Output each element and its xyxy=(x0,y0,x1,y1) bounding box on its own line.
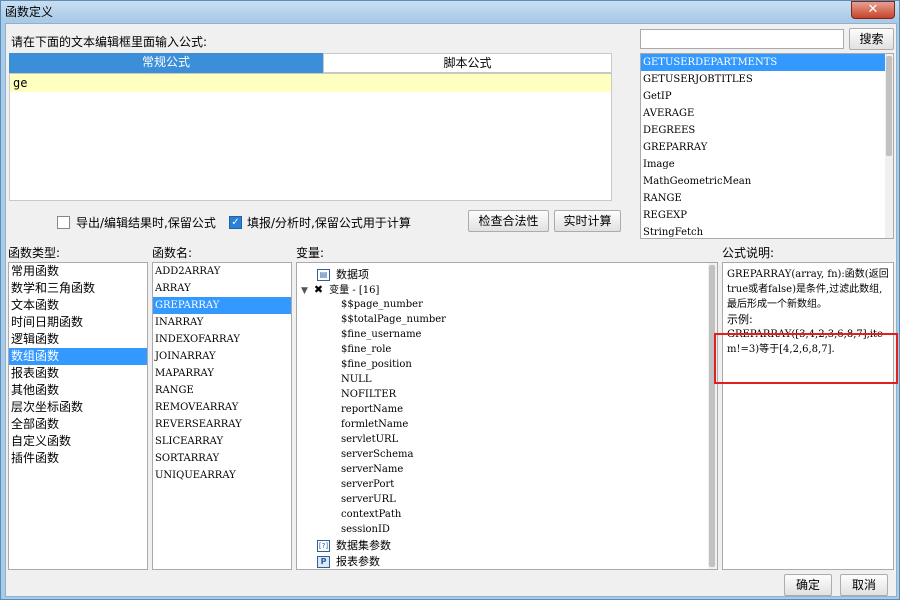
fill-keep-formula-label: 填报/分析时,保留公式用于计算 xyxy=(247,216,411,230)
variable-item[interactable]: $fine_role xyxy=(341,342,391,357)
category-list[interactable]: 常用函数 数学和三角函数 文本函数 时间日期函数 逻辑函数 数组函数 报表函数 其他函数 层次坐… xyxy=(8,262,148,570)
suggestion-item[interactable]: Image xyxy=(641,156,893,173)
collapse-arrow-icon[interactable]: ▼ xyxy=(301,286,308,296)
function-name-item[interactable]: REMOVEARRAY xyxy=(153,399,291,416)
tab-script-formula[interactable]: 脚本公式 xyxy=(323,53,612,73)
formula-tabs: 常规公式 脚本公式 xyxy=(9,53,612,73)
tree-node-dataset-params[interactable]: [?] 数据集参数 xyxy=(317,538,391,553)
category-header: 函数类型: xyxy=(8,246,61,260)
variable-item[interactable]: reportName xyxy=(341,402,403,417)
function-suggestion-list[interactable]: GETUSERDEPARTMENTS GETUSERJOBTITLES GetIP A… xyxy=(640,53,894,239)
variables-tree[interactable]: ▤ 数据项 ▼ ✖ 变量 - [16] $$page_number $$totalPag… xyxy=(296,262,718,570)
export-keep-formula-checkbox[interactable] xyxy=(57,216,70,229)
category-item[interactable]: 逻辑函数 xyxy=(9,331,147,348)
variables-scroll-thumb[interactable] xyxy=(709,265,715,567)
variable-item[interactable]: NULL xyxy=(341,372,371,387)
param-p-icon: P xyxy=(317,556,330,568)
suggestion-item[interactable]: REGEXP xyxy=(641,207,893,224)
formula-editor-line[interactable]: ge xyxy=(10,74,611,92)
variables-header: 变量: xyxy=(296,246,325,260)
suggestion-item[interactable]: GETUSERJOBTITLES xyxy=(641,71,893,88)
ok-button[interactable]: 确定 xyxy=(784,574,832,596)
search-button[interactable]: 搜索 xyxy=(849,28,894,50)
function-name-item[interactable]: MAPARRAY xyxy=(153,365,291,382)
editor-prompt: 请在下面的文本编辑框里面输入公式: xyxy=(11,35,208,49)
variable-item[interactable]: $fine_username xyxy=(341,327,421,342)
example-highlight-box xyxy=(714,333,898,384)
function-name-header: 函数名: xyxy=(152,246,193,260)
function-name-item[interactable]: INARRAY xyxy=(153,314,291,331)
suggestion-item[interactable]: StringFetch xyxy=(641,224,893,238)
category-item[interactable]: 报表函数 xyxy=(9,365,147,382)
function-definition-dialog: 函数定义 ✕ 请在下面的文本编辑框里面输入公式: 常规公式 脚本公式 ge 搜索… xyxy=(0,0,900,600)
suggestion-item[interactable]: RANGE xyxy=(641,190,893,207)
tab-regular-formula[interactable]: 常规公式 xyxy=(9,53,323,73)
variable-item[interactable]: servletURL xyxy=(341,432,398,447)
variable-item[interactable]: contextPath xyxy=(341,507,401,522)
tree-node-report-params[interactable]: P 报表参数 xyxy=(317,554,380,569)
cancel-button[interactable]: 取消 xyxy=(840,574,888,596)
category-item[interactable]: 常用函数 xyxy=(9,263,147,280)
variables-scrollbar[interactable] xyxy=(708,263,717,569)
variable-item[interactable]: $fine_position xyxy=(341,357,412,372)
variable-x-icon: ✖ xyxy=(313,283,324,296)
suggestion-scroll-thumb[interactable] xyxy=(886,56,892,156)
description-text: GREPARRAY(array, fn):函数(返回true或者false)是条… xyxy=(727,269,889,310)
tree-node-data-items[interactable]: ▤ 数据项 xyxy=(317,267,369,282)
function-name-item[interactable]: JOINARRAY xyxy=(153,348,291,365)
variable-item[interactable]: serverURL xyxy=(341,492,396,507)
formula-editor[interactable]: ge xyxy=(9,73,612,201)
window-title: 函数定义 xyxy=(5,5,54,19)
function-search-input[interactable] xyxy=(640,29,844,49)
formula-description: GREPARRAY(array, fn):函数(返回true或者false)是条… xyxy=(722,262,894,570)
category-item[interactable]: 层次坐标函数 xyxy=(9,399,147,416)
variable-item[interactable]: sessionID xyxy=(341,522,390,537)
function-name-item[interactable]: ADD2ARRAY xyxy=(153,263,291,280)
variable-item[interactable]: $$page_number xyxy=(341,297,423,312)
function-name-item[interactable]: UNIQUEARRAY xyxy=(153,467,291,484)
title-bar: 函数定义 ✕ xyxy=(1,1,899,21)
dataset-param-icon: [?] xyxy=(317,540,330,552)
function-name-item[interactable]: SLICEARRAY xyxy=(153,433,291,450)
variable-item[interactable]: serverName xyxy=(341,462,403,477)
category-item[interactable]: 全部函数 xyxy=(9,416,147,433)
variable-item[interactable]: $$totalPage_number xyxy=(341,312,446,327)
suggestion-item[interactable]: GREPARRAY xyxy=(641,139,893,156)
function-name-item[interactable]: RANGE xyxy=(153,382,291,399)
description-example-label: 示例: xyxy=(727,313,753,326)
suggestion-item[interactable]: GETUSERDEPARTMENTS xyxy=(641,54,893,71)
function-name-item[interactable]: ARRAY xyxy=(153,280,291,297)
category-item[interactable]: 文本函数 xyxy=(9,297,147,314)
category-item[interactable]: 自定义函数 xyxy=(9,433,147,450)
function-name-item[interactable]: GREPARRAY xyxy=(153,297,291,314)
category-item[interactable]: 时间日期函数 xyxy=(9,314,147,331)
category-item[interactable]: 其他函数 xyxy=(9,382,147,399)
variable-item[interactable]: serverSchema xyxy=(341,447,413,462)
tree-node-variables[interactable]: ▼ ✖ 变量 - [16] xyxy=(301,282,379,297)
description-header: 公式说明: xyxy=(722,246,775,260)
check-validity-button[interactable]: 检查合法性 xyxy=(468,210,549,232)
export-keep-formula-label: 导出/编辑结果时,保留公式 xyxy=(76,216,216,230)
dialog-body: 请在下面的文本编辑框里面输入公式: 常规公式 脚本公式 ge 搜索 GETUSE… xyxy=(5,23,898,597)
function-name-item[interactable]: SORTARRAY xyxy=(153,450,291,467)
category-item[interactable]: 插件函数 xyxy=(9,450,147,467)
table-icon: ▤ xyxy=(317,269,330,281)
suggestion-scrollbar[interactable] xyxy=(885,54,893,238)
variable-item[interactable]: NOFILTER xyxy=(341,387,396,402)
suggestion-item[interactable]: AVERAGE xyxy=(641,105,893,122)
category-item[interactable]: 数学和三角函数 xyxy=(9,280,147,297)
suggestion-item[interactable]: DEGREES xyxy=(641,122,893,139)
variable-item[interactable]: formletName xyxy=(341,417,408,432)
fill-keep-formula-checkbox[interactable]: ✓ xyxy=(229,216,242,229)
function-name-item[interactable]: REVERSEARRAY xyxy=(153,416,291,433)
category-item[interactable]: 数组函数 xyxy=(9,348,147,365)
function-name-list[interactable]: ADD2ARRAY ARRAY GREPARRAY INARRAY INDEXOFARR… xyxy=(152,262,292,570)
suggestion-item[interactable]: GetIP xyxy=(641,88,893,105)
realtime-calc-button[interactable]: 实时计算 xyxy=(554,210,621,232)
close-button[interactable]: ✕ xyxy=(851,1,895,19)
suggestion-item[interactable]: MathGeometricMean xyxy=(641,173,893,190)
variable-item[interactable]: serverPort xyxy=(341,477,394,492)
function-name-item[interactable]: INDEXOFARRAY xyxy=(153,331,291,348)
